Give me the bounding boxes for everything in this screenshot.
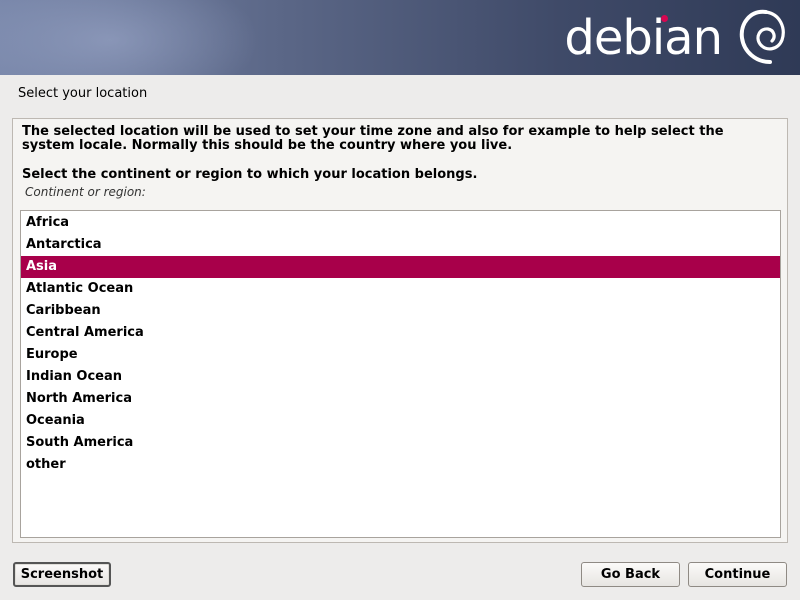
list-item-north-america[interactable]: North America [21, 388, 780, 410]
go-back-button[interactable]: Go Back [581, 562, 680, 587]
content-frame: The selected location will be used to se… [12, 118, 788, 543]
list-item-asia[interactable]: Asia [21, 256, 780, 278]
debian-banner: debian [0, 0, 800, 75]
page-title: Select your location [18, 86, 148, 101]
list-item-atlantic-ocean[interactable]: Atlantic Ocean [21, 278, 780, 300]
list-item-south-america[interactable]: South America [21, 432, 780, 454]
list-item-europe[interactable]: Europe [21, 344, 780, 366]
debian-swirl-icon [739, 9, 785, 64]
region-prompt: Select the continent or region to which … [22, 167, 478, 182]
debian-logo-wordmark: debian [564, 10, 723, 66]
list-item-caribbean[interactable]: Caribbean [21, 300, 780, 322]
list-item-central-america[interactable]: Central America [21, 322, 780, 344]
location-description: The selected location will be used to se… [22, 124, 724, 153]
list-item-antarctica[interactable]: Antarctica [21, 234, 780, 256]
list-item-africa[interactable]: Africa [21, 212, 780, 234]
debian-logo-dot [661, 15, 668, 22]
continue-button[interactable]: Continue [688, 562, 787, 587]
list-item-oceania[interactable]: Oceania [21, 410, 780, 432]
region-list[interactable]: Africa Antarctica Asia Atlantic Ocean Ca… [20, 210, 781, 538]
region-field-label: Continent or region: [25, 185, 146, 199]
list-item-other[interactable]: other [21, 454, 780, 476]
list-item-indian-ocean[interactable]: Indian Ocean [21, 366, 780, 388]
banner-swoosh [0, 0, 260, 75]
screenshot-button[interactable]: Screenshot [13, 562, 111, 587]
